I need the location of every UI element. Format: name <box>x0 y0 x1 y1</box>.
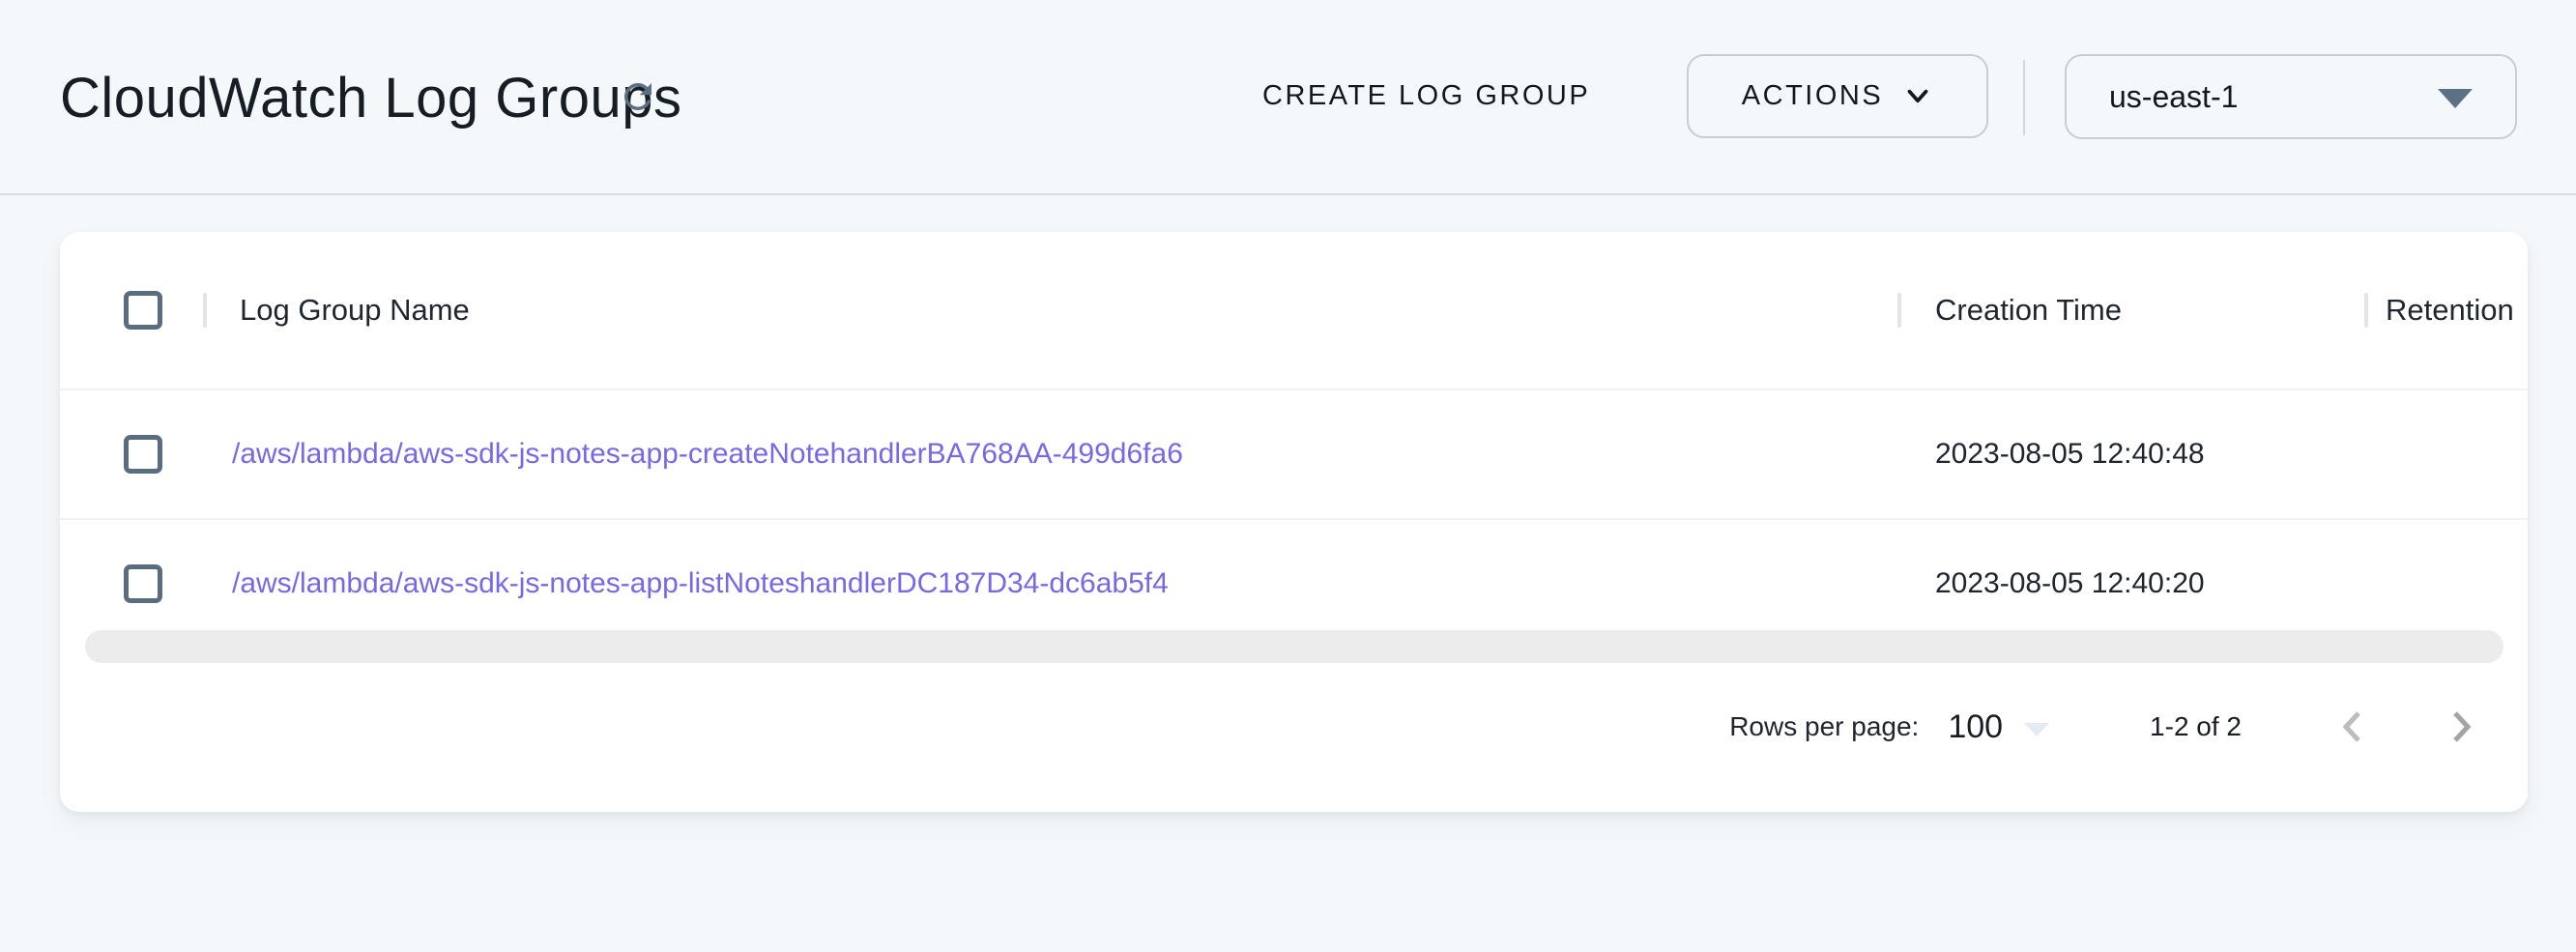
refresh-button[interactable] <box>615 73 661 120</box>
page-title: CloudWatch Log Groups <box>60 66 681 130</box>
header-divider <box>2023 60 2025 135</box>
row-checkbox[interactable] <box>124 564 162 603</box>
rows-per-page-label: Rows per page: <box>1729 711 1919 742</box>
column-header-creation-time[interactable]: Creation Time <box>1935 293 2122 328</box>
rows-per-page-value: 100 <box>1948 708 2003 746</box>
chevron-down-icon <box>1902 81 1933 112</box>
create-log-group-button[interactable]: CREATE LOG GROUP <box>1235 54 1617 137</box>
pagination-range: 1-2 of 2 <box>2150 711 2242 742</box>
table-row: /aws/lambda/aws-sdk-js-notes-app-listNot… <box>60 520 2528 648</box>
log-group-link[interactable]: /aws/lambda/aws-sdk-js-notes-app-createN… <box>232 438 1183 471</box>
dropdown-caret-icon <box>2438 89 2473 108</box>
previous-page-button[interactable] <box>2334 698 2373 756</box>
select-all-checkbox[interactable] <box>124 291 162 330</box>
pagination-footer: Rows per page: 100 1-2 of 2 <box>60 659 2528 794</box>
column-header-log-group-name[interactable]: Log Group Name <box>240 293 470 328</box>
log-groups-card: Log Group Name Creation Time Retention /… <box>60 232 2528 812</box>
log-group-link[interactable]: /aws/lambda/aws-sdk-js-notes-app-listNot… <box>232 567 1169 600</box>
creation-time-cell: 2023-08-05 12:40:20 <box>1935 567 2205 600</box>
rows-per-page-select[interactable]: 100 <box>1948 708 2049 746</box>
row-checkbox[interactable] <box>124 435 162 474</box>
horizontal-scrollbar[interactable] <box>85 630 2504 663</box>
app-header: CloudWatch Log Groups CREATE LOG GROUP A… <box>0 0 2576 195</box>
table-row: /aws/lambda/aws-sdk-js-notes-app-createN… <box>60 390 2528 520</box>
column-separator <box>203 293 207 328</box>
region-selector-value: us-east-1 <box>2109 79 2238 115</box>
column-separator <box>1897 293 1901 328</box>
actions-button-label: ACTIONS <box>1742 80 1883 112</box>
column-separator <box>2364 293 2368 328</box>
actions-button[interactable]: ACTIONS <box>1687 54 1988 138</box>
table-header-row: Log Group Name Creation Time Retention <box>60 232 2528 390</box>
refresh-icon <box>618 76 658 117</box>
next-page-button[interactable] <box>2441 698 2479 756</box>
dropdown-caret-icon <box>2024 723 2049 736</box>
column-header-retention[interactable]: Retention <box>2386 293 2514 328</box>
region-selector[interactable]: us-east-1 <box>2065 54 2517 139</box>
chevron-right-icon <box>2444 705 2476 749</box>
creation-time-cell: 2023-08-05 12:40:48 <box>1935 438 2205 471</box>
chevron-left-icon <box>2337 705 2370 749</box>
cloudwatch-log-groups-screen: CloudWatch Log Groups CREATE LOG GROUP A… <box>0 0 2576 952</box>
